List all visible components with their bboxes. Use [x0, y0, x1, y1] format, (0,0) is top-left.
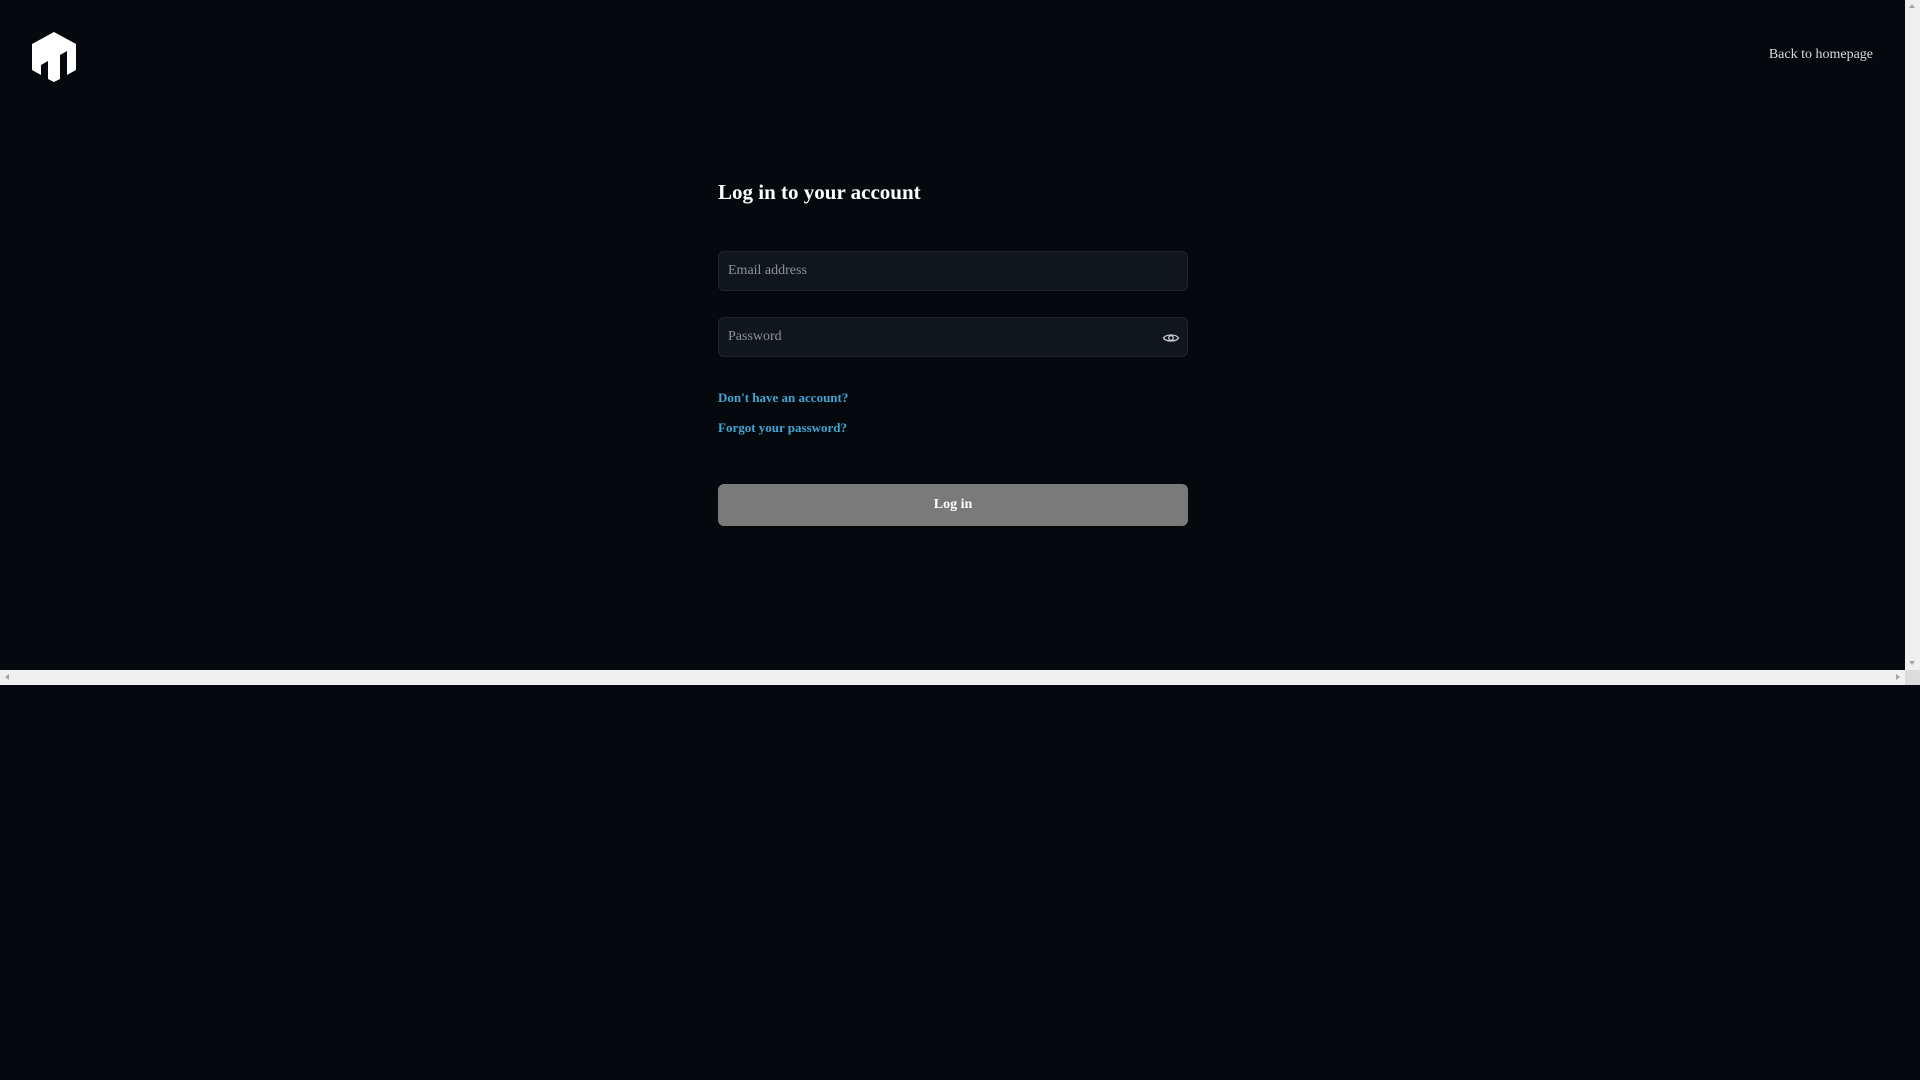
password-field-wrapper: [718, 317, 1188, 357]
horizontal-scrollbar[interactable]: [0, 670, 1905, 685]
logo-icon[interactable]: [31, 31, 77, 83]
email-field[interactable]: [719, 252, 1187, 290]
login-form: Log in to your account Don't have an acc…: [718, 178, 1188, 526]
email-field-wrapper: [718, 251, 1188, 291]
scrollbar-corner: [1905, 670, 1920, 685]
scroll-down-icon[interactable]: [1909, 661, 1915, 665]
vertical-scrollbar[interactable]: [1905, 0, 1920, 670]
eye-icon[interactable]: [1161, 328, 1181, 348]
back-to-homepage-link[interactable]: Back to homepage: [1769, 47, 1873, 63]
signup-link[interactable]: Don't have an account?: [718, 390, 848, 406]
forgot-password-link[interactable]: Forgot your password?: [718, 420, 847, 436]
empty-lower-area: [0, 685, 1920, 1080]
scroll-right-icon[interactable]: [1896, 674, 1900, 680]
password-field[interactable]: [719, 318, 1187, 356]
page-title: Log in to your account: [718, 180, 921, 204]
scroll-up-icon[interactable]: [1909, 4, 1915, 8]
scroll-left-icon[interactable]: [5, 674, 9, 680]
page-viewport: Back to homepage Log in to your account …: [0, 0, 1905, 670]
login-button[interactable]: Log in: [718, 484, 1188, 526]
